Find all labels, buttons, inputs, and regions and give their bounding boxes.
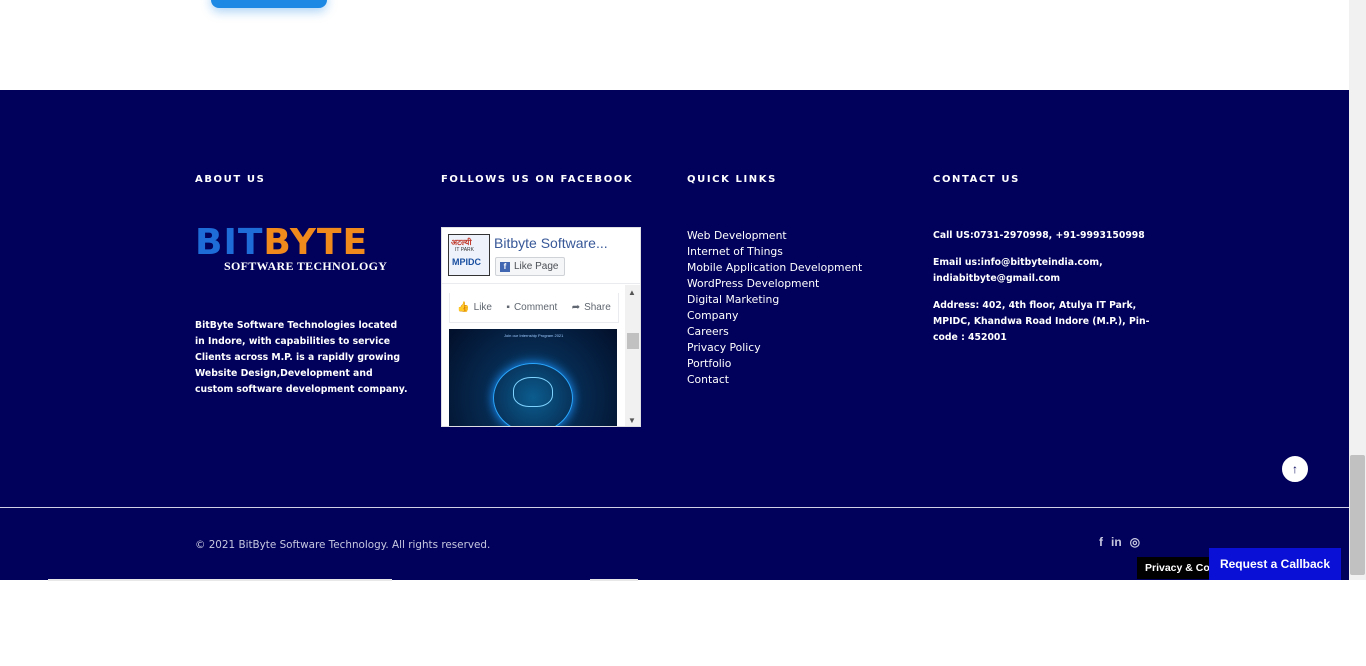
like-page-label: Like Page (514, 261, 559, 272)
quick-link-web-development[interactable]: Web Development (687, 228, 862, 244)
about-heading: ABOUT US (195, 174, 266, 185)
quick-link-portfolio[interactable]: Portfolio (687, 356, 862, 372)
instagram-icon[interactable]: ◎ (1130, 535, 1140, 549)
facebook-page-avatar[interactable]: अटल्यी IT PARK MPIDC (448, 234, 490, 276)
facebook-column: FOLLOWS US ON FACEBOOK अटल्यी IT PARK MP… (441, 174, 661, 427)
about-column: ABOUT US BITBYTE SOFTWARE TECHNOLOGY Bit… (195, 174, 420, 395)
facebook-icon: f (500, 261, 510, 272)
comment-action[interactable]: ▪ Comment (506, 302, 557, 313)
comment-action-label: Comment (513, 302, 558, 313)
contact-heading: CONTACT US (933, 174, 1020, 185)
scroll-down-icon[interactable]: ▼ (628, 416, 636, 425)
quick-link-digital-marketing[interactable]: Digital Marketing (687, 292, 862, 308)
like-page-button[interactable]: f Like Page (495, 257, 566, 276)
bottom-strip-mid (590, 579, 638, 581)
social-links: f in ◎ (1099, 535, 1140, 549)
quick-link-privacy-policy[interactable]: Privacy Policy (687, 340, 862, 356)
brain-graphic (513, 377, 553, 407)
contact-column: CONTACT US Call US:0731-2970998, +91-999… (933, 174, 1163, 343)
quick-links-heading: QUICK LINKS (687, 174, 777, 185)
about-text: BitByte Software Technologies located in… (195, 320, 408, 395)
facebook-page-widget[interactable]: अटल्यी IT PARK MPIDC Bitbyte Software...… (441, 227, 641, 427)
footer-divider (0, 507, 1349, 508)
like-action[interactable]: 👍 Like (457, 302, 492, 313)
facebook-icon[interactable]: f (1099, 535, 1103, 549)
page-scrollbar-thumb[interactable] (1350, 455, 1365, 575)
share-icon: ➦ (571, 302, 581, 313)
request-callback-button[interactable]: Request a Callback (1209, 548, 1341, 580)
scroll-up-icon[interactable]: ▲ (628, 288, 636, 297)
post-image-caption: Join our Internship Program 2021 (504, 333, 564, 338)
contact-address: Address: 402, 4th floor, Atulya IT Park,… (933, 300, 1150, 343)
linkedin-icon[interactable]: in (1111, 535, 1122, 549)
bottom-strip-left (48, 579, 392, 581)
top-button[interactable] (211, 0, 327, 8)
quick-link-internet-of-things[interactable]: Internet of Things (687, 244, 862, 260)
quick-link-wordpress-development[interactable]: WordPress Development (687, 276, 862, 292)
page-top-area (0, 0, 1349, 90)
quick-link-careers[interactable]: Careers (687, 324, 862, 340)
contact-details: Call US:0731-2970998, +91-9993150998 Ema… (933, 228, 1158, 357)
share-action[interactable]: ➦ Share (572, 302, 611, 313)
comment-icon: ▪ (506, 302, 510, 313)
back-to-top-button[interactable]: ↑ (1281, 455, 1309, 483)
facebook-scroll-thumb[interactable] (627, 333, 639, 349)
share-action-label: Share (584, 302, 611, 313)
privacy-cookies-tab[interactable]: Privacy & Cookies Policy (1137, 557, 1217, 579)
logo-subtitle: SOFTWARE TECHNOLOGY (224, 259, 388, 273)
contact-phone[interactable]: Call US:0731-2970998, +91-9993150998 (933, 228, 1158, 244)
avatar-line3: MPIDC (452, 257, 481, 267)
facebook-post-image[interactable]: Join our Internship Program 2021 (449, 329, 617, 426)
facebook-page-name[interactable]: Bitbyte Software... (494, 235, 608, 251)
facebook-widget-header: अटल्यी IT PARK MPIDC Bitbyte Software...… (442, 228, 640, 284)
site-footer: ABOUT US BITBYTE SOFTWARE TECHNOLOGY Bit… (0, 90, 1349, 580)
like-action-label: Like (473, 302, 492, 313)
quick-link-mobile-app-development[interactable]: Mobile Application Development (687, 260, 862, 276)
arrow-up-icon: ↑ (1292, 462, 1298, 476)
quick-links-list: Web Development Internet of Things Mobil… (687, 228, 862, 388)
facebook-heading: FOLLOWS US ON FACEBOOK (441, 174, 634, 185)
facebook-scrollbar[interactable]: ▲ ▼ (625, 285, 640, 426)
quick-link-contact[interactable]: Contact (687, 372, 862, 388)
logo-word-byte: BYTE (263, 222, 369, 263)
logo-word-bit: BIT (195, 222, 264, 263)
facebook-feed: 👍 Like ▪ Comment ➦ Share Join our Internshi… (442, 285, 624, 426)
copyright-text: © 2021 BitByte Software Technology. All … (195, 539, 491, 551)
thumbs-up-icon: 👍 (457, 302, 470, 313)
contact-email[interactable]: Email us:info@bitbyteindia.com, indiabit… (933, 255, 1158, 287)
avatar-line2: IT PARK (455, 247, 474, 253)
bitbyte-logo[interactable]: BITBYTE SOFTWARE TECHNOLOGY (195, 225, 419, 277)
quick-link-company[interactable]: Company (687, 308, 862, 324)
quick-links-column: QUICK LINKS Web Development Internet of … (687, 174, 907, 386)
post-actions: 👍 Like ▪ Comment ➦ Share (449, 293, 619, 323)
logo-wordmark: BITBYTE (195, 225, 368, 261)
